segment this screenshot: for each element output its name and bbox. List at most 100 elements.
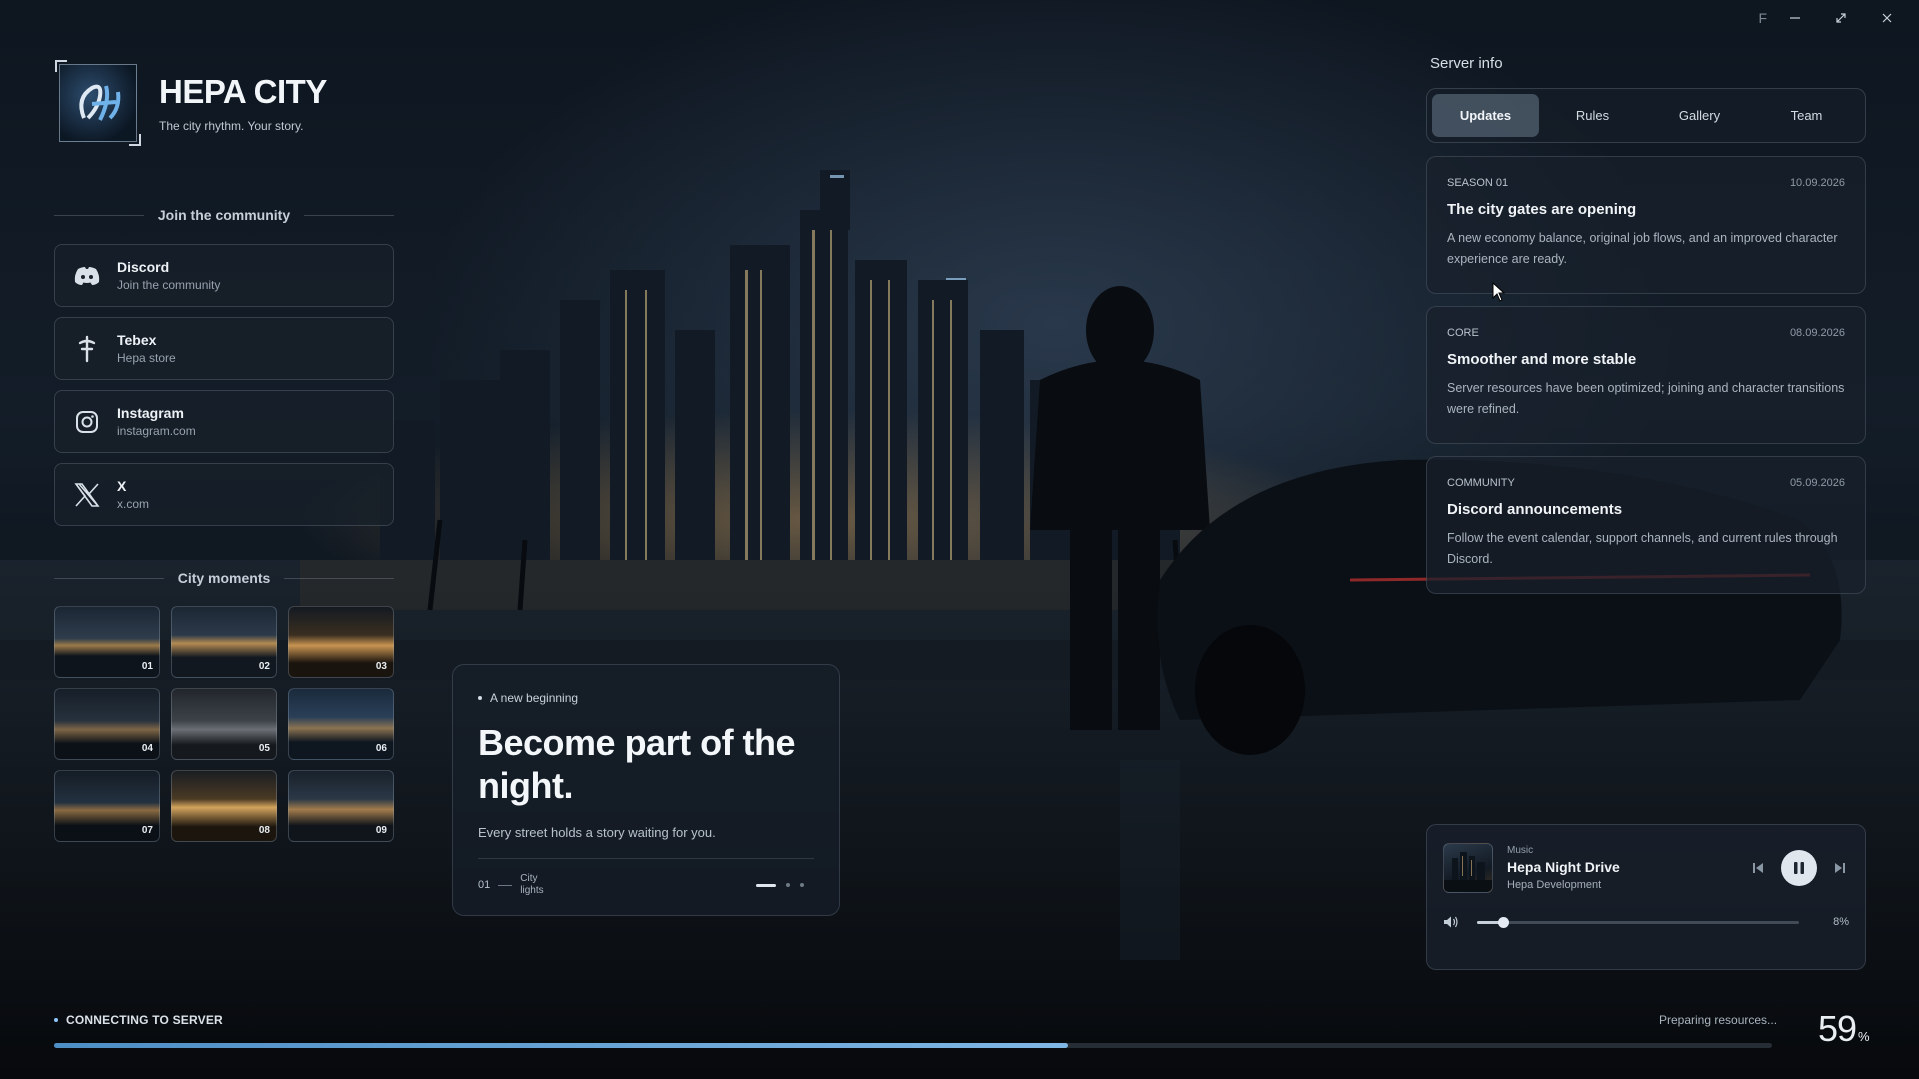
update-title: The city gates are opening	[1447, 201, 1637, 218]
community-links: Discord Join the community Tebex Hepa st…	[54, 244, 394, 526]
moment-thumbnail[interactable]: 05	[171, 688, 277, 760]
minimize-button[interactable]	[1773, 6, 1817, 30]
updates-list: SEASON 01 10.09.2026 The city gates are …	[1426, 156, 1866, 594]
tab-gallery[interactable]: Gallery	[1646, 94, 1753, 137]
hero-card: A new beginning Become part of the night…	[452, 664, 840, 916]
loading-percent: 59 %	[1818, 1008, 1870, 1050]
x-sub: x.com	[117, 497, 150, 511]
music-label: Music	[1507, 845, 1534, 856]
loading-percent-unit: %	[1858, 1029, 1870, 1044]
moment-thumbnail[interactable]: 02	[171, 606, 277, 678]
skip-previous-icon	[1753, 863, 1763, 873]
album-cover	[1443, 843, 1493, 893]
moment-number: 09	[375, 825, 387, 836]
music-player: Music Hepa Night Drive Hepa Development …	[1426, 824, 1866, 970]
tab-team[interactable]: Team	[1753, 94, 1860, 137]
community-heading: Join the community	[54, 207, 395, 223]
status-dot	[54, 1018, 58, 1022]
moments-heading-label: City moments	[177, 570, 271, 586]
instagram-name: Instagram	[117, 405, 184, 421]
update-title: Smoother and more stable	[1447, 351, 1637, 368]
x-name: X	[117, 478, 127, 494]
hero-kicker-label: A new beginning	[490, 691, 579, 705]
close-icon	[1882, 13, 1892, 23]
track-title: Hepa Night Drive	[1507, 859, 1620, 875]
discord-sub: Join the community	[117, 278, 221, 292]
pager-dot[interactable]	[800, 883, 804, 887]
moment-number: 07	[141, 825, 153, 836]
status-text: CONNECTING TO SERVER	[66, 1013, 223, 1027]
minimize-icon	[1790, 17, 1800, 19]
pager-dot[interactable]	[786, 883, 790, 887]
connection-status: CONNECTING TO SERVER	[54, 1013, 223, 1027]
next-button[interactable]	[1831, 859, 1849, 877]
community-heading-label: Join the community	[157, 207, 291, 223]
pause-icon	[1794, 862, 1804, 874]
update-tag: SEASON 01	[1447, 177, 1509, 189]
volume-percent: 8%	[1833, 916, 1849, 928]
discord-icon	[73, 262, 101, 290]
moments-heading: City moments	[54, 570, 395, 586]
moment-thumbnail[interactable]: 06	[288, 688, 394, 760]
logo	[55, 60, 141, 146]
close-button[interactable]	[1865, 6, 1909, 30]
playback-controls	[1749, 850, 1849, 886]
brand-header: HEPA CITY The city rhythm. Your story.	[55, 60, 327, 146]
previous-button[interactable]	[1749, 859, 1767, 877]
update-date: 08.09.2026	[1789, 327, 1845, 339]
track-artist: Hepa Development	[1507, 879, 1602, 891]
hero-slide-caption: City lights	[520, 873, 544, 896]
volume-button[interactable]	[1443, 915, 1459, 929]
moment-thumbnail[interactable]: 01	[54, 606, 160, 678]
update-title: Discord announcements	[1447, 501, 1623, 518]
tebex-icon	[73, 335, 101, 363]
tab-rules[interactable]: Rules	[1539, 94, 1646, 137]
moment-number: 05	[258, 743, 270, 754]
brand-title: HEPA CITY	[159, 73, 327, 110]
hero-title: Become part of the night.	[478, 722, 796, 806]
update-body: Server resources have been optimized; jo…	[1447, 381, 1845, 416]
moment-thumbnail[interactable]: 08	[171, 770, 277, 842]
loading-progress-bar	[54, 1043, 1772, 1048]
tab-updates[interactable]: Updates	[1432, 94, 1539, 137]
moment-number: 03	[375, 661, 387, 672]
maximize-button[interactable]	[1819, 6, 1863, 30]
moment-number: 04	[141, 743, 153, 754]
x-link[interactable]: X x.com	[54, 463, 394, 526]
moment-thumbnail[interactable]: 03	[288, 606, 394, 678]
server-tabs: Updates Rules Gallery Team	[1426, 88, 1866, 143]
window-controls: F	[1758, 6, 1909, 30]
update-card[interactable]: COMMUNITY 05.09.2026 Discord announcemen…	[1426, 456, 1866, 594]
instagram-link[interactable]: Instagram instagram.com	[54, 390, 394, 453]
update-date: 10.09.2026	[1789, 177, 1845, 189]
moment-number: 06	[375, 743, 387, 754]
pager-dot-active[interactable]	[756, 883, 776, 887]
hepa-logo-icon	[79, 84, 121, 121]
maximize-icon	[1836, 13, 1846, 23]
discord-link[interactable]: Discord Join the community	[54, 244, 394, 307]
update-card[interactable]: CORE 08.09.2026 Smoother and more stable…	[1426, 306, 1866, 444]
tebex-sub: Hepa store	[117, 351, 176, 365]
brand-tagline: The city rhythm. Your story.	[159, 119, 304, 133]
update-body: A new economy balance, original job flow…	[1447, 231, 1838, 266]
moments-gallery: 01 02 03 04 05 06 07 08 09	[54, 606, 394, 842]
tebex-name: Tebex	[117, 332, 157, 348]
volume-slider[interactable]	[1477, 916, 1799, 928]
moment-number: 02	[258, 661, 270, 672]
instagram-icon	[73, 408, 101, 436]
window-letter: F	[1758, 10, 1767, 26]
volume-handle[interactable]	[1497, 916, 1509, 928]
moment-thumbnail[interactable]: 07	[54, 770, 160, 842]
moment-thumbnail[interactable]: 09	[288, 770, 394, 842]
skip-next-icon	[1835, 863, 1845, 873]
mouse-cursor-icon	[1492, 282, 1506, 302]
loading-progress-fill	[54, 1043, 1068, 1048]
pause-button[interactable]	[1781, 850, 1817, 886]
moment-number: 01	[141, 661, 153, 672]
update-tag: COMMUNITY	[1447, 477, 1515, 489]
update-card[interactable]: SEASON 01 10.09.2026 The city gates are …	[1426, 156, 1866, 294]
hero-slide-index: 01	[478, 879, 491, 891]
moment-thumbnail[interactable]: 04	[54, 688, 160, 760]
tebex-link[interactable]: Tebex Hepa store	[54, 317, 394, 380]
volume-icon	[1444, 916, 1458, 928]
